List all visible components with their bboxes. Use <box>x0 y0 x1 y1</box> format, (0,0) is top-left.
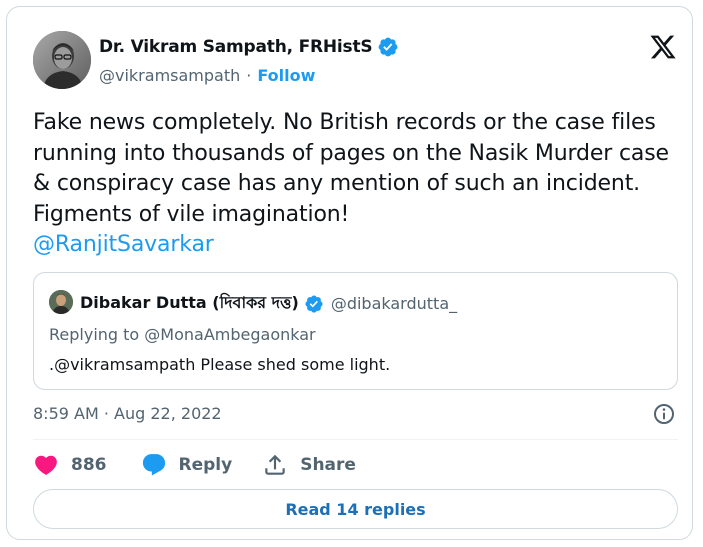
quoted-handle: @dibakardutta_ <box>330 294 458 313</box>
tweet-mention-link[interactable]: @RanjitSavarkar <box>33 232 214 257</box>
tweet-body: Fake news completely. No British records… <box>33 108 673 261</box>
like-button[interactable]: 886 <box>33 452 107 478</box>
likes-count: 886 <box>71 455 107 475</box>
reply-button[interactable]: Reply <box>141 452 233 478</box>
author-name-row: Dr. Vikram Sampath, FRHistS <box>99 36 399 58</box>
quoted-text: .@vikramsampath Please shed some light. <box>49 355 391 374</box>
quoted-name-row: Dibakar Dutta (দিবাকর দত্ত) @dibakardutt… <box>80 290 457 317</box>
author-display-name[interactable]: Dr. Vikram Sampath, FRHistS <box>99 37 373 57</box>
read-replies-button[interactable]: Read 14 replies <box>33 489 678 529</box>
share-upload-icon <box>265 454 285 475</box>
tweet-text: Fake news completely. No British records… <box>33 110 669 227</box>
reply-label: Reply <box>178 455 233 475</box>
author-handle-row: @vikramsampath · Follow <box>99 66 315 85</box>
quoted-tweet[interactable]: Dibakar Dutta (দিবাকর দত্ত) @dibakardutt… <box>33 272 678 390</box>
share-button[interactable]: Share <box>262 452 356 478</box>
share-label: Share <box>300 455 356 475</box>
info-icon[interactable] <box>652 402 676 426</box>
heart-icon <box>35 455 57 475</box>
handle-separator: · <box>246 66 252 85</box>
quoted-replying-to: Replying to @MonaAmbegaonkar <box>49 325 316 344</box>
verified-badge-icon <box>305 294 323 313</box>
verified-badge-icon <box>379 37 398 57</box>
quoted-author-avatar <box>49 290 73 314</box>
author-handle[interactable]: @vikramsampath <box>99 66 240 85</box>
author-avatar[interactable] <box>33 31 91 89</box>
action-bar: 886 Reply Share <box>33 452 356 478</box>
tweet-card: Dr. Vikram Sampath, FRHistS @vikramsampa… <box>6 6 693 540</box>
follow-button[interactable]: Follow <box>257 66 315 85</box>
divider <box>33 439 678 440</box>
quoted-display-name: Dibakar Dutta (দিবাকর দত্ত) <box>80 293 299 312</box>
tweet-timestamp[interactable]: 8:59 AM · Aug 22, 2022 <box>33 404 222 423</box>
reply-bubble-icon <box>142 454 165 476</box>
x-logo-icon[interactable] <box>648 33 678 61</box>
